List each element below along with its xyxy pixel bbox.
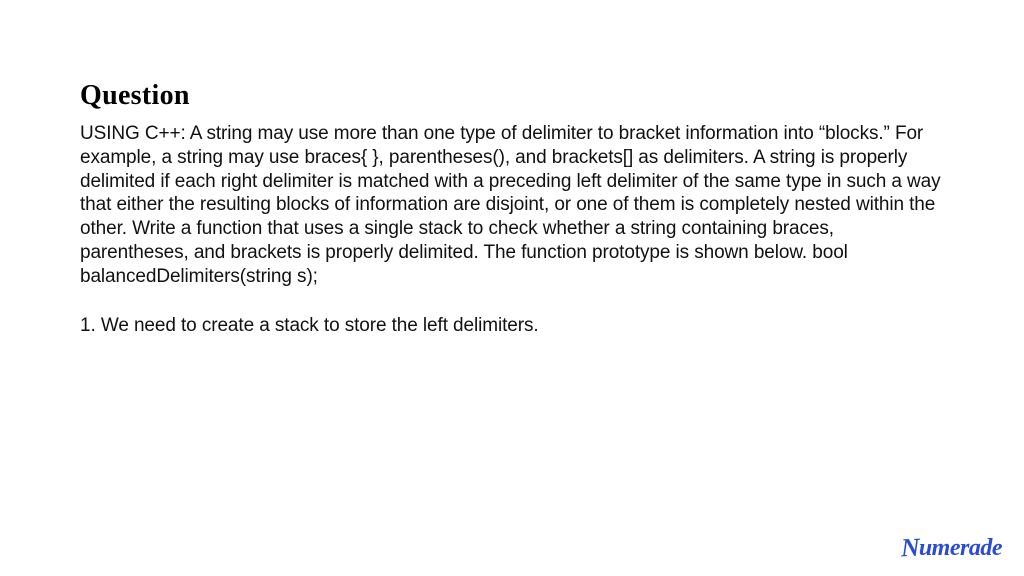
document-content: Question USING C++: A string may use mor… [0,0,1024,338]
solution-step-1: 1. We need to create a stack to store th… [80,314,944,338]
brand-logo: Numerade [901,532,1002,562]
question-body: USING C++: A string may use more than on… [80,122,944,288]
brand-rest: umerade [919,535,1002,561]
brand-initial: N [900,533,919,564]
question-heading: Question [80,80,944,112]
